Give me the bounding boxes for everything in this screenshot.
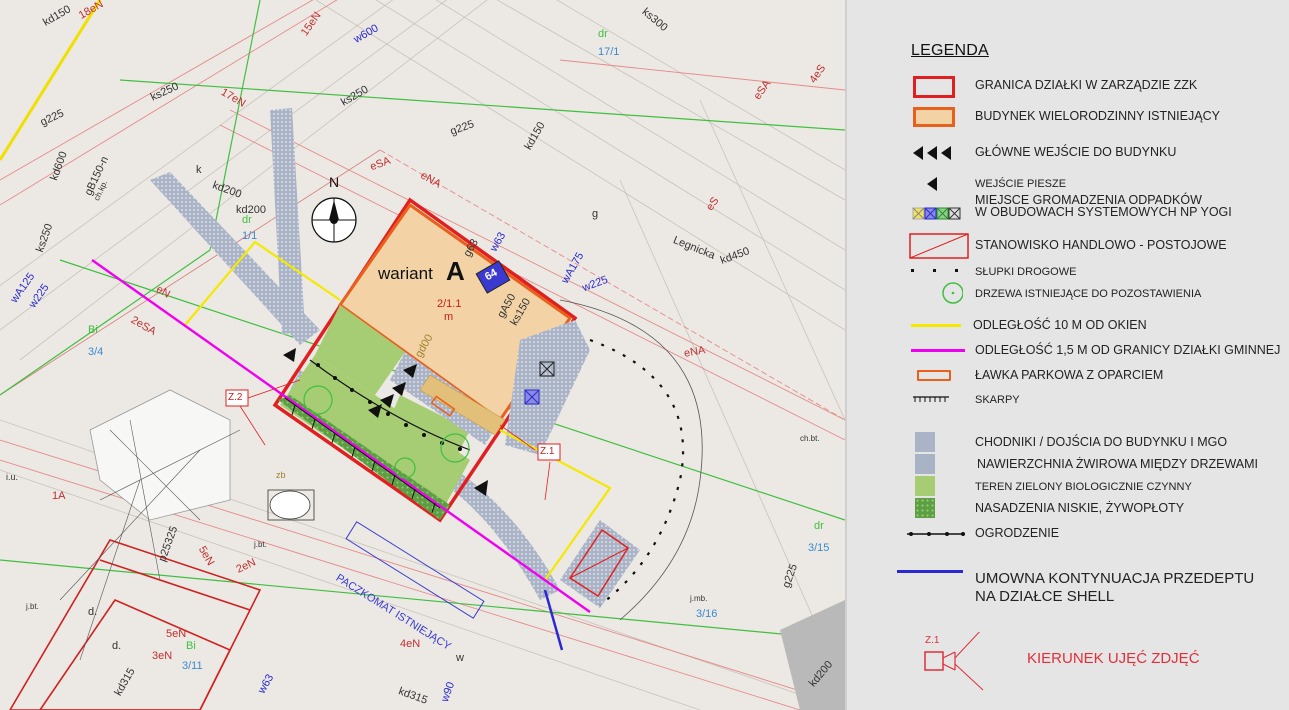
legend-item-waste-2: W OBUDOWACH SYSTEMOWYCH NP YOGI [847, 203, 1289, 229]
legend-label: GRANICA DZIAŁKI W ZARZĄDZIE ZZK [975, 78, 1198, 92]
trading-stand-swatch [907, 232, 969, 259]
camera-icon: Z.1 [907, 627, 987, 692]
utility-label: 3eN [152, 650, 173, 662]
variant-label: wariant [378, 264, 433, 283]
legend-item-bench: ŁAWKA PARKOWA Z OPARCIEM [847, 363, 1289, 389]
legend-label: OGRODZENIE [975, 526, 1060, 540]
utility-label: 4eN [400, 638, 421, 650]
hedge-swatch [907, 496, 963, 522]
utility-label: Bi [186, 640, 196, 652]
path-continuation [543, 589, 564, 651]
utility-label: dr [242, 214, 252, 226]
utility-label: g [592, 208, 599, 220]
main-entrance-icon [907, 140, 963, 166]
legend-label: NAWIERZCHNIA ŻWIROWA MIĘDZY DRZEWAMI [977, 457, 1259, 471]
legend-label: ODLEGŁOŚĆ 1,5 M OD GRANICY DZIAŁKI GMINN… [975, 343, 1281, 357]
parcel-border-swatch [907, 73, 963, 99]
legend-label: ŁAWKA PARKOWA Z OPARCIEM [975, 368, 1164, 382]
legend-item-camera: Z.1 KIERUNEK UJĘĆ ZDJĘĆ [847, 627, 1289, 692]
legend-label: TEREN ZIELONY BIOLOGICZNIE CZYNNY [975, 481, 1192, 493]
utility-label: 1/1 [242, 230, 258, 242]
utility-label: 3/15 [808, 542, 830, 554]
north-label: N [329, 174, 340, 190]
utility-label: 3/16 [696, 608, 718, 620]
utility-label: d. [88, 606, 98, 618]
legend-label: BUDYNEK WIELORODZINNY ISTNIEJĄCY [975, 109, 1220, 123]
existing-buildings-outline [9, 539, 262, 710]
utility-label: 5eN [166, 628, 187, 640]
legend-item-slopes: SKARPY [847, 387, 1289, 413]
ten-m-line-swatch [907, 313, 963, 339]
legend-item-ten-m: ODLEGŁOŚĆ 10 M OD OKIEN [847, 313, 1289, 339]
legend-label: GŁÓWNE WEJŚCIE DO BUDYNKU [975, 145, 1177, 159]
legend-label: ODLEGŁOŚĆ 10 M OD OKIEN [973, 318, 1147, 332]
legend-label: SKARPY [975, 394, 1020, 406]
utility-label: dr [814, 520, 824, 532]
utility-label: 3/4 [88, 346, 104, 358]
fence-icon [901, 521, 965, 547]
camera-tag: Z.1 [925, 635, 940, 646]
legend-label: KIERUNEK UJĘĆ ZDJĘĆ [1027, 650, 1200, 667]
utility-label: j.bt. [254, 540, 267, 549]
utility-label: 1A [52, 490, 66, 502]
tree-icon [907, 281, 964, 307]
parcel-label: 2/1.1 [437, 298, 462, 310]
building-swatch [907, 104, 963, 130]
legend-label: CHODNIKI / DOJŚCIA DO BUDYNKU I MGO [975, 435, 1228, 449]
legend-item-trees: DRZEWA ISTNIEJĄCE DO POZOSTAWIENIA [847, 281, 1289, 307]
north-arrow [311, 197, 357, 243]
legend-item-trading-stand: STANOWISKO HANDLOWO - POSTOJOWE [847, 232, 1289, 259]
utility-label: Bi [88, 324, 98, 336]
one-half-m-line-swatch [907, 338, 965, 364]
legend-label: UMOWNA KONTYNUACJA PRZEDEPTU NA DZIAŁCE … [975, 570, 1255, 605]
utility-label: 17/1 [598, 46, 620, 58]
legend-label: NASADZENIA NISKIE, ŻYWOPŁOTY [975, 501, 1185, 515]
bench-icon [907, 363, 963, 389]
legend-label: W OBUDOWACH SYSTEMOWYCH NP YOGI [975, 205, 1232, 219]
legend-item-hedges: NASADZENIA NISKIE, ŻYWOPŁOTY [847, 496, 1289, 522]
site-plan: wariant A 64 2/1.1 m PACZKOMAT ISTNIEJĄC… [0, 0, 1289, 710]
legend-item-parcel-border: GRANICA DZIAŁKI W ZARZĄDZIE ZZK [847, 73, 1289, 99]
paved-area [780, 600, 845, 710]
utility-label: 3/11 [182, 660, 203, 672]
utility-label: d. [112, 640, 122, 652]
utility-label: dr [598, 28, 608, 40]
legend-item-main-entrance: GŁÓWNE WEJŚCIE DO BUDYNKU [847, 140, 1289, 166]
legend-panel: LEGENDA GRANICA DZIAŁKI W ZARZĄDZIE ZZK … [845, 0, 1289, 710]
utility-label: i.u. [6, 472, 19, 482]
white-structure [89, 389, 231, 521]
utility-label: ch.bt. [800, 434, 820, 443]
legend-label: DRZEWA ISTNIEJĄCE DO POZOSTAWIENIA [975, 288, 1202, 300]
legend-item-one-half-m: ODLEGŁOŚĆ 1,5 M OD GRANICY DZIAŁKI GMINN… [847, 338, 1289, 364]
photo-point-z2: Z.2 [228, 392, 243, 403]
slope-icon [907, 387, 963, 413]
legend-label: SŁUPKI DROGOWE [975, 266, 1077, 278]
legend-item-fence: OGRODZENIE [847, 521, 1289, 547]
utility-label: j.bt. [26, 602, 39, 611]
legend-item-building: BUDYNEK WIELORODZINNY ISTNIEJĄCY [847, 104, 1289, 130]
parcel-sub: m [444, 311, 454, 323]
utility-label: j.mb. [690, 594, 708, 603]
legend-item-path-continuation: UMOWNA KONTYNUACJA PRZEDEPTU NA DZIAŁCE … [847, 570, 1289, 610]
legend-label: STANOWISKO HANDLOWO - POSTOJOWE [975, 238, 1227, 252]
map-view[interactable]: wariant A 64 2/1.1 m PACZKOMAT ISTNIEJĄC… [0, 0, 845, 710]
waste-container-icons [907, 203, 963, 229]
variant-letter: A [446, 256, 465, 286]
path-continuation-swatch [897, 570, 963, 596]
legend-title: LEGENDA [911, 42, 989, 59]
utility-label: zb [276, 470, 286, 480]
legend-label: WEJŚCIE PIESZE [975, 178, 1067, 190]
photo-point-z1: Z.1 [540, 446, 555, 457]
utility-label: k [196, 164, 202, 176]
utility-label: w [456, 652, 464, 664]
small-structures [267, 489, 315, 521]
